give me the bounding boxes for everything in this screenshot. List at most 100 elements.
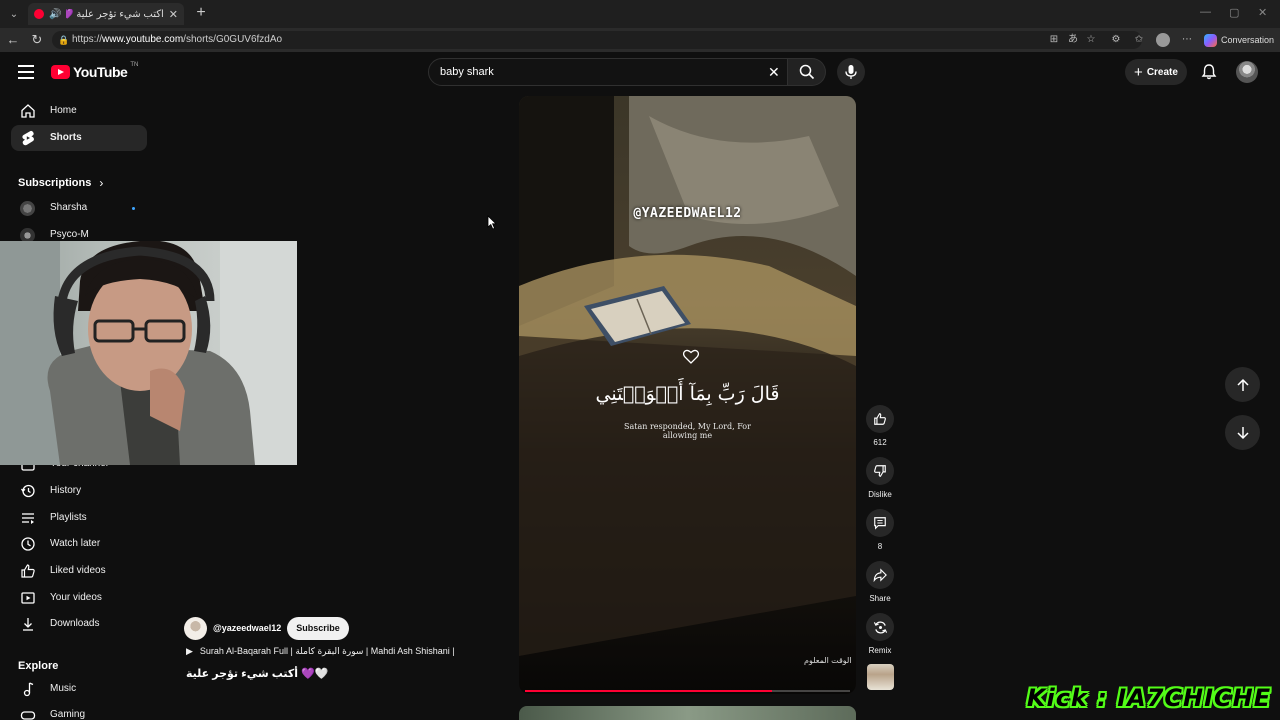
sidebar-item-label: Shorts (50, 132, 82, 143)
sidebar-item-label: History (50, 485, 82, 496)
video-progress-bar[interactable] (525, 690, 850, 692)
arrow-up-icon (1236, 378, 1249, 391)
sidebar-item-label: Home (50, 105, 77, 116)
subscriptions-heading[interactable]: Subscriptions › (18, 176, 103, 190)
sidebar-item-label: Your videos (50, 592, 102, 603)
search-icon (799, 64, 814, 80)
browser-tab-strip: ⌄ 🔊 أكتب شيء تؤجر علية 💜 - ‎be ✕ + — ▢ ✕ (0, 0, 1280, 28)
more-menu-icon[interactable]: ⋯ (1180, 33, 1194, 47)
youtube-wordmark: YouTube (73, 64, 128, 80)
sidebar-item-shorts[interactable]: Shorts (11, 125, 147, 151)
voice-search-button[interactable] (837, 58, 865, 86)
back-icon[interactable]: ← (5, 32, 21, 48)
subscribe-button[interactable]: Subscribe (287, 617, 349, 640)
clear-search-icon[interactable]: ✕ (768, 64, 780, 81)
comments-button[interactable] (866, 509, 894, 537)
sidebar-item-watch-later[interactable]: Watch later (11, 531, 147, 557)
sidebar-item-your-videos[interactable]: Your videos (11, 585, 147, 611)
youtube-logo[interactable]: YouTube TN (51, 62, 138, 80)
youtube-masthead: YouTube TN baby shark ✕ + Create (0, 52, 1280, 92)
comment-icon (874, 517, 886, 530)
shorts-icon (20, 130, 36, 146)
chevron-right-icon: › (99, 176, 104, 190)
sidebar-item-label: Watch later (50, 538, 101, 549)
favorites-icon[interactable]: ✩ (1132, 33, 1146, 47)
audio-playing-icon[interactable]: 🔊 (49, 9, 61, 20)
profile-icon[interactable] (1156, 33, 1170, 47)
youtube-play-logo-icon (51, 65, 70, 79)
reload-icon[interactable]: ↻ (29, 32, 45, 48)
sidebar-item-label: Gaming (50, 709, 86, 720)
comment-count: 8 (877, 542, 883, 551)
share-arrow-icon (873, 568, 887, 582)
sidebar-item-label: Liked videos (50, 565, 106, 576)
app-available-icon[interactable]: ⊞ (1047, 33, 1061, 47)
new-content-dot (132, 207, 135, 210)
plus-icon: + (1134, 63, 1143, 81)
short-title: أكتب شيء تؤجر علية 💜🤍 (186, 668, 329, 680)
copilot-button[interactable]: Conversation (1204, 32, 1274, 48)
share-button[interactable] (866, 561, 894, 589)
create-button[interactable]: + Create (1125, 59, 1187, 85)
linked-video-title: Surah Al-Baqarah Full | سورة البقرة كامل… (199, 646, 455, 656)
url-field[interactable]: 🔒 https://www.youtube.com/shorts/G0GUV6f… (52, 31, 1142, 49)
channel-avatar (20, 201, 35, 216)
search-input[interactable]: baby shark (440, 66, 494, 78)
new-tab-button[interactable]: + (192, 4, 210, 22)
dislike-label: Dislike (868, 490, 892, 499)
your-videos-icon (20, 590, 36, 606)
previous-short-button[interactable] (1225, 367, 1260, 402)
browser-tab[interactable]: 🔊 أكتب شيء تؤجر علية 💜 - ‎be ✕ (28, 3, 184, 25)
maximize-window-icon[interactable]: ▢ (1229, 6, 1239, 19)
audio-source-thumbnail[interactable] (867, 664, 894, 690)
sidebar-item-gaming[interactable]: Gaming (11, 702, 147, 720)
play-icon: ▶ (186, 646, 193, 656)
sidebar-item-label: Sharsha (50, 202, 88, 213)
history-icon (20, 483, 36, 499)
search-box[interactable]: baby shark ✕ (428, 58, 788, 86)
dislike-button[interactable] (866, 457, 894, 485)
site-info-icon[interactable]: 🔒 (58, 31, 69, 49)
share-label: Share (869, 594, 891, 603)
sidebar-item-playlists[interactable]: Playlists (11, 505, 147, 531)
sidebar-item-label: Psyco-M (50, 229, 89, 240)
minimize-window-icon[interactable]: — (1200, 6, 1211, 18)
channel-name[interactable]: @yazeedwael12 (213, 623, 281, 633)
like-button[interactable] (866, 405, 894, 433)
browser-address-bar: ← ↻ 🔒 https://www.youtube.com/shorts/G0G… (0, 28, 1280, 52)
sidebar-item-liked-videos[interactable]: Liked videos (11, 558, 147, 584)
channel-avatar[interactable] (184, 617, 207, 640)
search-button[interactable] (788, 58, 826, 86)
sidebar-item-subscription[interactable]: Sharsha (11, 195, 147, 221)
extension-icon[interactable]: ⚙ (1109, 33, 1123, 47)
heart-icon (683, 349, 699, 364)
video-watermark: الوقت المعلوم (804, 656, 852, 665)
linked-video[interactable]: ▶ Surah Al-Baqarah Full | سورة البقرة كا… (186, 646, 455, 657)
translate-icon[interactable]: あ (1066, 33, 1080, 47)
subscriptions-heading-label: Subscriptions (18, 177, 92, 189)
guide-menu-icon[interactable] (18, 65, 34, 79)
youtube-favicon-icon (34, 9, 44, 19)
close-window-icon[interactable]: ✕ (1258, 6, 1267, 19)
sidebar-item-label: Playlists (50, 512, 87, 523)
sidebar-item-downloads[interactable]: Downloads (11, 611, 147, 637)
favorite-star-icon[interactable]: ☆ (1084, 33, 1098, 47)
tab-actions-chevron-icon[interactable]: ⌄ (5, 5, 23, 23)
sidebar-item-home[interactable]: Home (11, 98, 147, 124)
arrow-down-icon (1236, 426, 1249, 439)
sidebar-item-history[interactable]: History (11, 478, 147, 504)
create-label: Create (1146, 66, 1178, 78)
remix-button[interactable] (866, 613, 894, 641)
copilot-label: Conversation (1221, 35, 1275, 45)
notifications-bell-icon[interactable] (1199, 62, 1219, 82)
remix-label: Remix (868, 646, 892, 655)
short-video-player[interactable]: @YAZEEDWAEL12 قَالَ رَبِّ بِمَآ أَغۡوَيۡ… (519, 96, 856, 694)
close-tab-icon[interactable]: ✕ (169, 8, 178, 21)
next-short-button[interactable] (1225, 415, 1260, 450)
sidebar-item-label: Music (50, 683, 77, 694)
next-short-preview[interactable] (519, 706, 856, 720)
sidebar-item-music[interactable]: Music (11, 676, 147, 702)
quran-verse-text: قَالَ رَبِّ بِمَآ أَغۡوَيۡتَنِي (595, 383, 780, 405)
sidebar-item-label: Downloads (50, 618, 100, 629)
account-avatar[interactable] (1236, 61, 1258, 83)
